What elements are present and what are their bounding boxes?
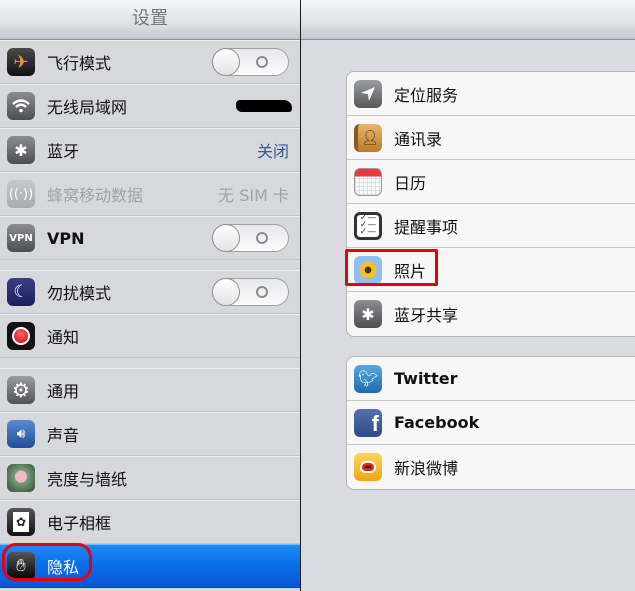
sidebar-item-sounds[interactable]: 🔊︎ 声音 (0, 412, 300, 456)
privacy-item-label: 定位服务 (394, 85, 459, 105)
sidebar-item-label: 通知 (47, 328, 80, 347)
moon-icon: ☾ (7, 278, 35, 306)
airplane-icon: ✈ (7, 48, 35, 76)
bluetooth-icon: ✱ (7, 136, 35, 164)
sidebar-item-label: 蓝牙 (47, 142, 80, 161)
wifi-network-redacted (236, 100, 292, 112)
sidebar-item-general[interactable]: ⚙ 通用 (0, 368, 300, 412)
social-item-twitter[interactable]: 🐦︎ Twitter (347, 357, 635, 401)
facebook-icon: f (354, 408, 382, 437)
cellular-icon: ((·)) (7, 180, 35, 208)
photos-icon (354, 255, 382, 284)
sidebar-item-label: 亮度与墙纸 (47, 470, 128, 489)
reminders-icon: ✓— ✓— ✓— (354, 211, 382, 240)
sidebar-item-label: 通用 (47, 382, 80, 401)
sidebar-item-label: 蜂窝移动数据 (47, 186, 144, 205)
vpn-icon: VPN (7, 224, 35, 252)
sidebar-item-label: 勿扰模式 (47, 284, 112, 303)
privacy-group-apps: 定位服务 👤︎ 通讯录 日历 ✓— ✓— ✓— 提醒事项 照片 ✱ 蓝牙共享 (346, 71, 635, 337)
sidebar-item-picture-frame[interactable]: ✿ 电子相框 (0, 500, 300, 544)
settings-sidebar: 设置 ✈ 飞行模式 无线局域网 ✱ 蓝牙 关闭 ((·)) 蜂窝移动数据 无 S… (0, 0, 300, 591)
privacy-detail-pane: 定位服务 👤︎ 通讯录 日历 ✓— ✓— ✓— 提醒事项 照片 ✱ 蓝牙共享 🐦… (301, 0, 635, 591)
privacy-item-calendar[interactable]: 日历 (347, 160, 635, 204)
sidebar-title: 设置 (0, 0, 300, 40)
do-not-disturb-toggle[interactable] (212, 278, 289, 306)
wallpaper-icon (7, 464, 35, 492)
sidebar-item-notifications[interactable]: 通知 (0, 314, 300, 358)
settings-screen: 设置 ✈ 飞行模式 无线局域网 ✱ 蓝牙 关闭 ((·)) 蜂窝移动数据 无 S… (0, 0, 635, 591)
airplane-mode-toggle[interactable] (212, 48, 289, 76)
sidebar-item-label: 无线局域网 (47, 98, 128, 117)
privacy-item-location-services[interactable]: 定位服务 (347, 72, 635, 116)
notifications-icon (7, 322, 35, 350)
vpn-toggle[interactable] (212, 224, 289, 252)
privacy-item-reminders[interactable]: ✓— ✓— ✓— 提醒事项 (347, 204, 635, 248)
weibo-icon (354, 453, 382, 481)
privacy-group-social: 🐦︎ Twitter f Facebook 新浪微博 (346, 356, 635, 490)
privacy-item-label: 通讯录 (394, 129, 443, 149)
bluetooth-icon: ✱ (354, 300, 382, 328)
sidebar-item-cellular: ((·)) 蜂窝移动数据 无 SIM 卡 (0, 172, 300, 216)
sidebar-item-brightness-wallpaper[interactable]: 亮度与墙纸 (0, 456, 300, 500)
calendar-icon (354, 167, 382, 196)
social-item-label: Twitter (394, 369, 458, 388)
sidebar-item-do-not-disturb[interactable]: ☾ 勿扰模式 (0, 270, 300, 314)
sidebar-item-privacy[interactable]: ✋︎ 隐私 (0, 544, 300, 588)
location-arrow-icon (354, 79, 382, 108)
social-item-weibo[interactable]: 新浪微博 (347, 445, 635, 489)
sidebar-item-airplane-mode[interactable]: ✈ 飞行模式 (0, 40, 300, 84)
contacts-icon: 👤︎ (354, 123, 382, 152)
privacy-item-contacts[interactable]: 👤︎ 通讯录 (347, 116, 635, 160)
speaker-icon: 🔊︎ (7, 420, 35, 448)
social-item-facebook[interactable]: f Facebook (347, 401, 635, 445)
privacy-item-label: 日历 (394, 173, 427, 193)
privacy-item-label: 照片 (394, 261, 427, 281)
privacy-item-photos[interactable]: 照片 (347, 248, 635, 292)
sidebar-item-label: 隐私 (47, 558, 80, 577)
sidebar-item-vpn[interactable]: VPN VPN (0, 216, 300, 260)
wifi-icon (7, 92, 35, 120)
gear-icon: ⚙ (7, 376, 35, 404)
hand-icon: ✋︎ (7, 552, 35, 580)
detail-header (301, 0, 635, 40)
sidebar-item-label: 电子相框 (47, 514, 112, 533)
sidebar-item-bluetooth[interactable]: ✱ 蓝牙 关闭 (0, 128, 300, 172)
sidebar-item-label: 飞行模式 (47, 54, 112, 73)
picture-frame-icon: ✿ (7, 508, 35, 536)
social-item-label: 新浪微博 (394, 459, 459, 478)
privacy-item-label: 蓝牙共享 (394, 306, 459, 325)
sidebar-item-wifi[interactable]: 无线局域网 (0, 84, 300, 128)
sidebar-item-label: 声音 (47, 426, 80, 445)
cellular-status: 无 SIM 卡 (218, 186, 289, 205)
twitter-icon: 🐦︎ (354, 364, 382, 393)
social-item-label: Facebook (394, 413, 480, 432)
sidebar-item-label: VPN (47, 228, 85, 248)
bluetooth-status: 关闭 (256, 142, 289, 161)
privacy-item-label: 提醒事项 (394, 217, 459, 237)
privacy-item-bluetooth-sharing[interactable]: ✱ 蓝牙共享 (347, 292, 635, 336)
